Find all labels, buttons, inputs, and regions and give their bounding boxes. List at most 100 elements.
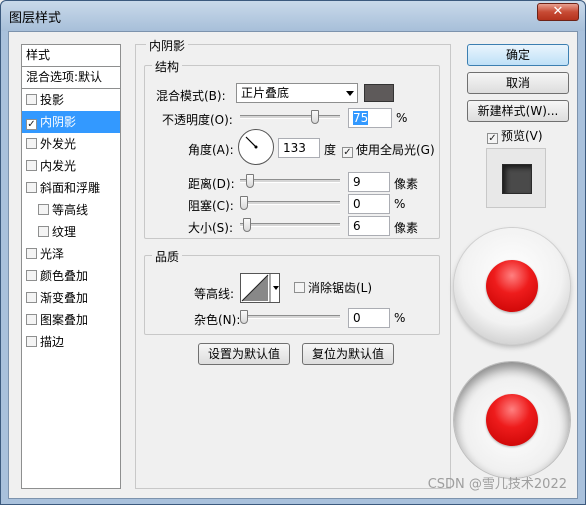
checkbox-icon[interactable] xyxy=(26,336,37,347)
style-list-item[interactable]: 描边 xyxy=(22,331,120,353)
choke-unit: % xyxy=(394,197,406,211)
style-list-item-label: 内发光 xyxy=(40,159,77,173)
round-button-preview-pressed xyxy=(454,362,570,478)
inner-shadow-panel: 内阴影 结构 混合模式(B): 正片叠底 不透明度(O): 75 % 角度(A)… xyxy=(135,37,451,489)
ok-button[interactable]: 确定 xyxy=(467,44,569,66)
checkbox-icon[interactable] xyxy=(26,160,37,171)
layer-style-dialog: 图层样式 ✕ 样式 混合选项:默认 投影 ✓ 内阴影 外发光 内发光 斜面和浮雕 等高线 纹理… xyxy=(0,0,586,505)
style-list-item-label: 光泽 xyxy=(40,247,65,261)
opacity-slider[interactable] xyxy=(240,110,340,124)
checkbox-icon[interactable] xyxy=(26,292,37,303)
checkbox-icon[interactable] xyxy=(38,204,49,215)
contour-label: 等高线: xyxy=(194,287,235,301)
style-list-item-label: 内阴影 xyxy=(40,115,77,129)
noise-slider[interactable] xyxy=(240,310,340,324)
opacity-slider-thumb[interactable] xyxy=(311,110,319,124)
blend-mode-select[interactable]: 正片叠底 xyxy=(236,83,358,103)
distance-label: 距离(D): xyxy=(188,177,235,191)
set-default-button[interactable]: 设置为默认值 xyxy=(198,343,290,365)
size-input[interactable]: 6 xyxy=(348,216,390,236)
checkbox-icon[interactable] xyxy=(38,226,49,237)
style-list-item[interactable]: ✓ 内阴影 xyxy=(22,111,120,133)
blend-options-item[interactable]: 混合选项:默认 xyxy=(22,67,120,89)
opacity-input[interactable]: 75 xyxy=(348,108,392,128)
style-list-item[interactable]: 等高线 xyxy=(22,199,120,221)
style-list-item[interactable]: 光泽 xyxy=(22,243,120,265)
blend-mode-label: 混合模式(B): xyxy=(156,89,226,103)
checkbox-icon[interactable] xyxy=(26,182,37,193)
size-unit: 像素 xyxy=(394,221,419,235)
opacity-unit: % xyxy=(396,111,408,125)
style-list-item[interactable]: 投影 xyxy=(22,89,120,111)
red-dot-icon xyxy=(486,260,538,312)
checkbox-icon: ✓ xyxy=(487,133,498,144)
angle-label: 角度(A): xyxy=(188,143,234,157)
shadow-color-swatch[interactable] xyxy=(364,84,394,102)
contour-picker[interactable] xyxy=(240,273,280,303)
angle-dial[interactable] xyxy=(238,129,274,165)
reset-default-button[interactable]: 复位为默认值 xyxy=(302,343,394,365)
checkbox-icon[interactable] xyxy=(26,270,37,281)
close-button[interactable]: ✕ xyxy=(537,3,579,21)
style-list-item-label: 等高线 xyxy=(52,203,89,217)
style-list-item[interactable]: 颜色叠加 xyxy=(22,265,120,287)
checkbox-icon[interactable] xyxy=(26,314,37,325)
checkbox-icon[interactable] xyxy=(26,138,37,149)
distance-input[interactable]: 9 xyxy=(348,172,390,192)
global-light-checkbox[interactable]: ✓ 使用全局光(G) xyxy=(342,141,435,158)
red-dot-icon xyxy=(486,394,538,446)
checkbox-icon[interactable]: ✓ xyxy=(26,119,37,130)
style-list: 样式 混合选项:默认 投影 ✓ 内阴影外发光内发光斜面和浮雕等高线纹理光泽颜色叠加渐… xyxy=(21,44,121,489)
title-bar[interactable]: 图层样式 ✕ xyxy=(1,1,585,31)
noise-label: 杂色(N): xyxy=(194,313,241,327)
noise-unit: % xyxy=(394,311,406,325)
style-list-item[interactable]: 斜面和浮雕 xyxy=(22,177,120,199)
style-list-item[interactable]: 图案叠加 xyxy=(22,309,120,331)
style-list-item-label: 描边 xyxy=(40,335,65,349)
contour-curve-icon xyxy=(241,273,279,303)
size-slider[interactable] xyxy=(240,218,340,232)
style-list-item-label: 外发光 xyxy=(40,137,77,151)
noise-slider-thumb[interactable] xyxy=(240,310,248,324)
checkbox-icon xyxy=(294,282,305,293)
dialog-body: 样式 混合选项:默认 投影 ✓ 内阴影 外发光 内发光 斜面和浮雕 等高线 纹理 光泽 颜色叠加渐… xyxy=(8,31,578,499)
style-list-item-label: 斜面和浮雕 xyxy=(40,181,101,195)
style-list-item[interactable]: 内发光 xyxy=(22,155,120,177)
structure-title: 结构 xyxy=(152,58,183,75)
choke-input[interactable]: 0 xyxy=(348,194,390,214)
style-list-header[interactable]: 样式 xyxy=(22,45,120,67)
noise-input[interactable]: 0 xyxy=(348,308,390,328)
choke-label: 阻塞(C): xyxy=(188,199,234,213)
preview-checkbox[interactable]: ✓ 预览(V) xyxy=(487,127,543,144)
checkbox-icon[interactable] xyxy=(26,248,37,259)
checkbox-icon: ✓ xyxy=(342,147,353,158)
style-list-item-label: 图案叠加 xyxy=(40,313,89,327)
blend-mode-value: 正片叠底 xyxy=(241,86,290,100)
angle-unit: 度 xyxy=(324,143,337,157)
angle-input[interactable]: 133 xyxy=(278,138,320,158)
new-style-button[interactable]: 新建样式(W)... xyxy=(467,100,569,122)
style-list-item[interactable]: 渐变叠加 xyxy=(22,287,120,309)
chevron-down-icon xyxy=(346,91,354,96)
distance-slider[interactable] xyxy=(240,174,340,188)
style-preview xyxy=(486,148,546,208)
dialog-title: 图层样式 xyxy=(9,11,62,26)
checkbox-icon[interactable] xyxy=(26,94,37,105)
panel-title: 内阴影 xyxy=(146,37,189,54)
size-slider-thumb[interactable] xyxy=(243,218,251,232)
distance-slider-thumb[interactable] xyxy=(246,174,254,188)
style-list-item-label: 渐变叠加 xyxy=(40,291,89,305)
cancel-button[interactable]: 取消 xyxy=(467,72,569,94)
antialias-checkbox[interactable]: 消除锯齿(L) xyxy=(294,279,372,296)
style-list-item[interactable]: 纹理 xyxy=(22,221,120,243)
watermark-text: CSDN @雪儿技术2022 xyxy=(427,477,567,492)
style-list-item-label: 纹理 xyxy=(52,225,77,239)
style-list-item-label: 投影 xyxy=(40,93,65,107)
style-list-item[interactable]: 外发光 xyxy=(22,133,120,155)
choke-slider-thumb[interactable] xyxy=(240,196,248,210)
angle-dial-needle xyxy=(245,136,258,149)
round-button-preview-normal xyxy=(454,228,570,344)
close-icon: ✕ xyxy=(552,4,564,19)
choke-slider[interactable] xyxy=(240,196,340,210)
size-label: 大小(S): xyxy=(188,221,234,235)
